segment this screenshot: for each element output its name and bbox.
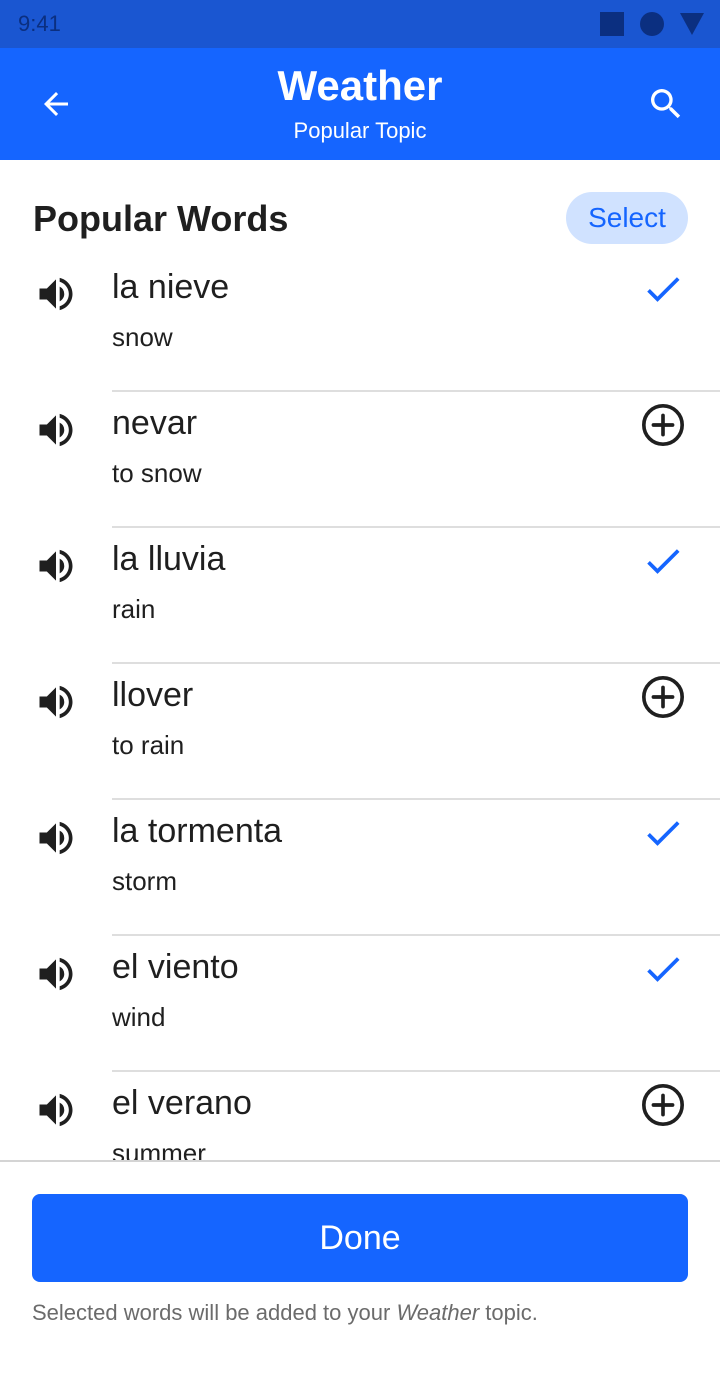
added-toggle[interactable] [640, 946, 686, 992]
word-term: la lluvia [112, 540, 226, 578]
word-meaning: to rain [112, 730, 185, 760]
added-toggle[interactable] [640, 266, 686, 312]
search-button[interactable] [640, 78, 692, 130]
added-toggle[interactable] [640, 538, 686, 584]
check-icon [647, 277, 680, 302]
speaker-icon [39, 685, 73, 719]
word-meaning: summer [112, 1138, 206, 1160]
word-row[interactable]: el verano summer [0, 1072, 720, 1160]
speaker-icon [39, 413, 73, 447]
play-audio-button[interactable] [34, 272, 78, 312]
play-audio-button[interactable] [34, 408, 78, 448]
search-icon [651, 89, 681, 119]
word-term: llover [112, 676, 194, 714]
word-row[interactable]: la tormenta storm [0, 800, 720, 936]
status-time: 9:41 [18, 11, 61, 36]
speaker-icon [39, 549, 73, 583]
added-toggle[interactable] [640, 810, 686, 856]
speaker-icon [39, 821, 73, 855]
bottom-panel: Done Selected words will be added to you… [0, 1160, 720, 1400]
speaker-icon [39, 957, 73, 991]
word-term: el viento [112, 948, 239, 986]
word-meaning: storm [112, 866, 177, 896]
footer-note: Selected words will be added to your Wea… [32, 1300, 538, 1326]
square-icon [600, 12, 624, 36]
word-meaning: rain [112, 594, 156, 624]
word-row[interactable]: la lluvia rain [0, 528, 720, 664]
page-title: Weather [277, 62, 443, 109]
word-meaning: snow [112, 322, 173, 352]
status-icons [600, 12, 704, 36]
done-button[interactable]: Done [32, 1194, 688, 1282]
status-bar: 9:41 [0, 0, 720, 48]
speaker-icon [39, 1093, 73, 1127]
add-word-button[interactable] [640, 674, 686, 720]
footer-note-topic: Weather [396, 1300, 480, 1325]
add-circle-icon [642, 404, 684, 446]
play-audio-button[interactable] [34, 952, 78, 992]
word-row[interactable]: llover to rain [0, 664, 720, 800]
check-icon [647, 957, 680, 982]
add-circle-icon [642, 676, 684, 718]
play-audio-button[interactable] [34, 816, 78, 856]
app-bar: Weather Popular Topic [0, 48, 720, 160]
word-term: el verano [112, 1084, 252, 1122]
footer-note-suffix: topic. [479, 1300, 538, 1325]
section-title: Popular Words [33, 198, 289, 239]
word-meaning: wind [112, 1002, 166, 1032]
section-header: Popular Words Select [0, 160, 720, 260]
word-row[interactable]: nevar to snow [0, 392, 720, 528]
word-row[interactable]: el viento wind [0, 936, 720, 1072]
select-button[interactable]: Select [566, 192, 688, 244]
speaker-icon [39, 277, 73, 311]
add-word-button[interactable] [640, 1082, 686, 1128]
footer-note-prefix: Selected words will be added to your [32, 1300, 397, 1325]
word-term: la tormenta [112, 812, 283, 850]
play-audio-button[interactable] [34, 1088, 78, 1128]
page-subtitle: Popular Topic [293, 118, 427, 143]
triangle-icon [680, 13, 704, 35]
circle-icon [640, 12, 664, 36]
check-icon [647, 549, 680, 574]
word-row[interactable]: la nieve snow [0, 256, 720, 392]
add-word-button[interactable] [640, 402, 686, 448]
play-audio-button[interactable] [34, 680, 78, 720]
word-term: la nieve [112, 268, 230, 306]
check-icon [647, 821, 680, 846]
word-term: nevar [112, 404, 198, 442]
word-meaning: to snow [112, 458, 202, 488]
add-circle-icon [642, 1084, 684, 1126]
word-list: la nieve snow nevar to snow la lluvia rain llo… [0, 256, 720, 1160]
play-audio-button[interactable] [34, 544, 78, 584]
